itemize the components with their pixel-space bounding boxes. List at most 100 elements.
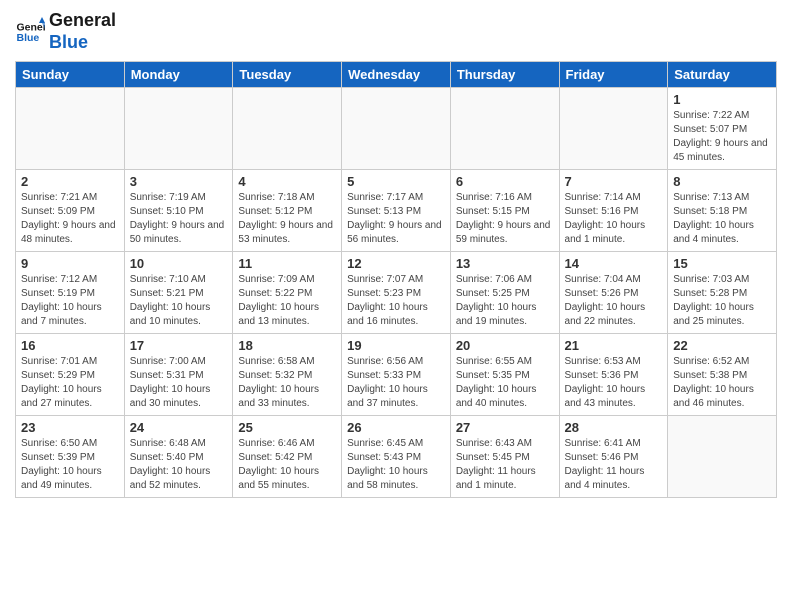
day-info: Sunrise: 7:22 AM Sunset: 5:07 PM Dayligh… xyxy=(673,109,771,165)
day-info: Sunrise: 6:43 AM Sunset: 5:45 PM Dayligh… xyxy=(456,437,554,493)
day-info: Sunrise: 7:12 AM Sunset: 5:19 PM Dayligh… xyxy=(21,273,119,329)
weekday-header-monday: Monday xyxy=(124,62,233,88)
day-info: Sunrise: 6:56 AM Sunset: 5:33 PM Dayligh… xyxy=(347,355,445,411)
calendar-cell: 22Sunrise: 6:52 AM Sunset: 5:38 PM Dayli… xyxy=(668,334,777,416)
calendar-cell: 15Sunrise: 7:03 AM Sunset: 5:28 PM Dayli… xyxy=(668,252,777,334)
day-info: Sunrise: 6:58 AM Sunset: 5:32 PM Dayligh… xyxy=(238,355,336,411)
week-row-5: 23Sunrise: 6:50 AM Sunset: 5:39 PM Dayli… xyxy=(16,416,777,498)
weekday-header-friday: Friday xyxy=(559,62,668,88)
header: General Blue General Blue xyxy=(15,10,777,53)
weekday-header-tuesday: Tuesday xyxy=(233,62,342,88)
logo-general: General xyxy=(49,10,116,30)
calendar-table: SundayMondayTuesdayWednesdayThursdayFrid… xyxy=(15,61,777,498)
day-number: 3 xyxy=(130,174,228,189)
calendar-cell: 8 Sunrise: 7:13 AM Sunset: 5:18 PM Daylig… xyxy=(668,170,777,252)
day-info: Sunrise: 7:14 AM Sunset: 5:16 PM Dayligh… xyxy=(565,191,663,247)
day-info: Sunrise: 6:48 AM Sunset: 5:40 PM Dayligh… xyxy=(130,437,228,493)
calendar-cell: 3 Sunrise: 7:19 AM Sunset: 5:10 PM Daylig… xyxy=(124,170,233,252)
day-info: Sunrise: 6:55 AM Sunset: 5:35 PM Dayligh… xyxy=(456,355,554,411)
weekday-header-row: SundayMondayTuesdayWednesdayThursdayFrid… xyxy=(16,62,777,88)
day-number: 6 xyxy=(456,174,554,189)
day-number: 12 xyxy=(347,256,445,271)
calendar-cell xyxy=(233,88,342,170)
calendar-cell: 16 Sunrise: 7:01 AM Sunset: 5:29 PM Dayli… xyxy=(16,334,125,416)
calendar-cell: 26 Sunrise: 6:45 AM Sunset: 5:43 PM Dayli… xyxy=(342,416,451,498)
day-number: 26 xyxy=(347,420,445,435)
calendar-cell: 19Sunrise: 6:56 AM Sunset: 5:33 PM Dayli… xyxy=(342,334,451,416)
calendar-cell xyxy=(450,88,559,170)
calendar-cell: 7 Sunrise: 7:14 AM Sunset: 5:16 PM Daylig… xyxy=(559,170,668,252)
calendar-cell: 9 Sunrise: 7:12 AM Sunset: 5:19 PM Daylig… xyxy=(16,252,125,334)
week-row-1: 1 Sunrise: 7:22 AM Sunset: 5:07 PM Daylig… xyxy=(16,88,777,170)
day-info: Sunrise: 7:19 AM Sunset: 5:10 PM Dayligh… xyxy=(130,191,228,247)
day-info: Sunrise: 7:17 AM Sunset: 5:13 PM Dayligh… xyxy=(347,191,445,247)
calendar-cell xyxy=(342,88,451,170)
calendar-cell: 12 Sunrise: 7:07 AM Sunset: 5:23 PM Dayli… xyxy=(342,252,451,334)
logo: General Blue General Blue xyxy=(15,10,116,53)
week-row-4: 16 Sunrise: 7:01 AM Sunset: 5:29 PM Dayli… xyxy=(16,334,777,416)
day-number: 18 xyxy=(238,338,336,353)
day-number: 5 xyxy=(347,174,445,189)
day-info: Sunrise: 6:53 AM Sunset: 5:36 PM Dayligh… xyxy=(565,355,663,411)
calendar-cell: 20 Sunrise: 6:55 AM Sunset: 5:35 PM Dayli… xyxy=(450,334,559,416)
calendar-cell: 24 Sunrise: 6:48 AM Sunset: 5:40 PM Dayli… xyxy=(124,416,233,498)
day-info: Sunrise: 7:13 AM Sunset: 5:18 PM Dayligh… xyxy=(673,191,771,247)
day-number: 1 xyxy=(673,92,771,107)
day-info: Sunrise: 7:09 AM Sunset: 5:22 PM Dayligh… xyxy=(238,273,336,329)
week-row-2: 2 Sunrise: 7:21 AM Sunset: 5:09 PM Daylig… xyxy=(16,170,777,252)
calendar-cell: 25 Sunrise: 6:46 AM Sunset: 5:42 PM Dayli… xyxy=(233,416,342,498)
day-info: Sunrise: 7:04 AM Sunset: 5:26 PM Dayligh… xyxy=(565,273,663,329)
day-info: Sunrise: 7:07 AM Sunset: 5:23 PM Dayligh… xyxy=(347,273,445,329)
day-number: 24 xyxy=(130,420,228,435)
day-info: Sunrise: 7:06 AM Sunset: 5:25 PM Dayligh… xyxy=(456,273,554,329)
week-row-3: 9 Sunrise: 7:12 AM Sunset: 5:19 PM Daylig… xyxy=(16,252,777,334)
calendar-cell: 21 Sunrise: 6:53 AM Sunset: 5:36 PM Dayli… xyxy=(559,334,668,416)
calendar-cell: 11 Sunrise: 7:09 AM Sunset: 5:22 PM Dayli… xyxy=(233,252,342,334)
logo-icon: General Blue xyxy=(15,17,45,47)
day-number: 10 xyxy=(130,256,228,271)
calendar-cell xyxy=(559,88,668,170)
day-info: Sunrise: 6:41 AM Sunset: 5:46 PM Dayligh… xyxy=(565,437,663,493)
day-number: 9 xyxy=(21,256,119,271)
day-number: 20 xyxy=(456,338,554,353)
calendar-cell: 5 Sunrise: 7:17 AM Sunset: 5:13 PM Daylig… xyxy=(342,170,451,252)
logo-blue: Blue xyxy=(49,32,88,52)
day-info: Sunrise: 7:21 AM Sunset: 5:09 PM Dayligh… xyxy=(21,191,119,247)
page-container: General Blue General Blue SundayMondayTu… xyxy=(0,0,792,508)
day-info: Sunrise: 7:10 AM Sunset: 5:21 PM Dayligh… xyxy=(130,273,228,329)
day-number: 11 xyxy=(238,256,336,271)
day-info: Sunrise: 7:16 AM Sunset: 5:15 PM Dayligh… xyxy=(456,191,554,247)
calendar-cell: 23Sunrise: 6:50 AM Sunset: 5:39 PM Dayli… xyxy=(16,416,125,498)
logo-text: General Blue xyxy=(49,10,116,53)
calendar-cell: 4 Sunrise: 7:18 AM Sunset: 5:12 PM Daylig… xyxy=(233,170,342,252)
weekday-header-sunday: Sunday xyxy=(16,62,125,88)
day-number: 2 xyxy=(21,174,119,189)
weekday-header-saturday: Saturday xyxy=(668,62,777,88)
day-number: 17 xyxy=(130,338,228,353)
day-number: 7 xyxy=(565,174,663,189)
calendar-cell: 14 Sunrise: 7:04 AM Sunset: 5:26 PM Dayli… xyxy=(559,252,668,334)
calendar-cell xyxy=(124,88,233,170)
day-number: 25 xyxy=(238,420,336,435)
calendar-cell: 28 Sunrise: 6:41 AM Sunset: 5:46 PM Dayli… xyxy=(559,416,668,498)
calendar-cell xyxy=(668,416,777,498)
day-number: 8 xyxy=(673,174,771,189)
day-info: Sunrise: 6:50 AM Sunset: 5:39 PM Dayligh… xyxy=(21,437,119,493)
calendar-cell: 2 Sunrise: 7:21 AM Sunset: 5:09 PM Daylig… xyxy=(16,170,125,252)
calendar-cell: 6 Sunrise: 7:16 AM Sunset: 5:15 PM Daylig… xyxy=(450,170,559,252)
day-info: Sunrise: 6:45 AM Sunset: 5:43 PM Dayligh… xyxy=(347,437,445,493)
calendar-cell: 13Sunrise: 7:06 AM Sunset: 5:25 PM Dayli… xyxy=(450,252,559,334)
day-number: 16 xyxy=(21,338,119,353)
day-number: 21 xyxy=(565,338,663,353)
day-info: Sunrise: 7:18 AM Sunset: 5:12 PM Dayligh… xyxy=(238,191,336,247)
calendar-cell: 27 Sunrise: 6:43 AM Sunset: 5:45 PM Dayli… xyxy=(450,416,559,498)
day-info: Sunrise: 7:01 AM Sunset: 5:29 PM Dayligh… xyxy=(21,355,119,411)
calendar-cell: 10 Sunrise: 7:10 AM Sunset: 5:21 PM Dayli… xyxy=(124,252,233,334)
day-info: Sunrise: 6:46 AM Sunset: 5:42 PM Dayligh… xyxy=(238,437,336,493)
day-number: 4 xyxy=(238,174,336,189)
day-number: 14 xyxy=(565,256,663,271)
day-number: 28 xyxy=(565,420,663,435)
calendar-cell: 18 Sunrise: 6:58 AM Sunset: 5:32 PM Dayli… xyxy=(233,334,342,416)
day-number: 27 xyxy=(456,420,554,435)
svg-text:Blue: Blue xyxy=(17,32,40,44)
